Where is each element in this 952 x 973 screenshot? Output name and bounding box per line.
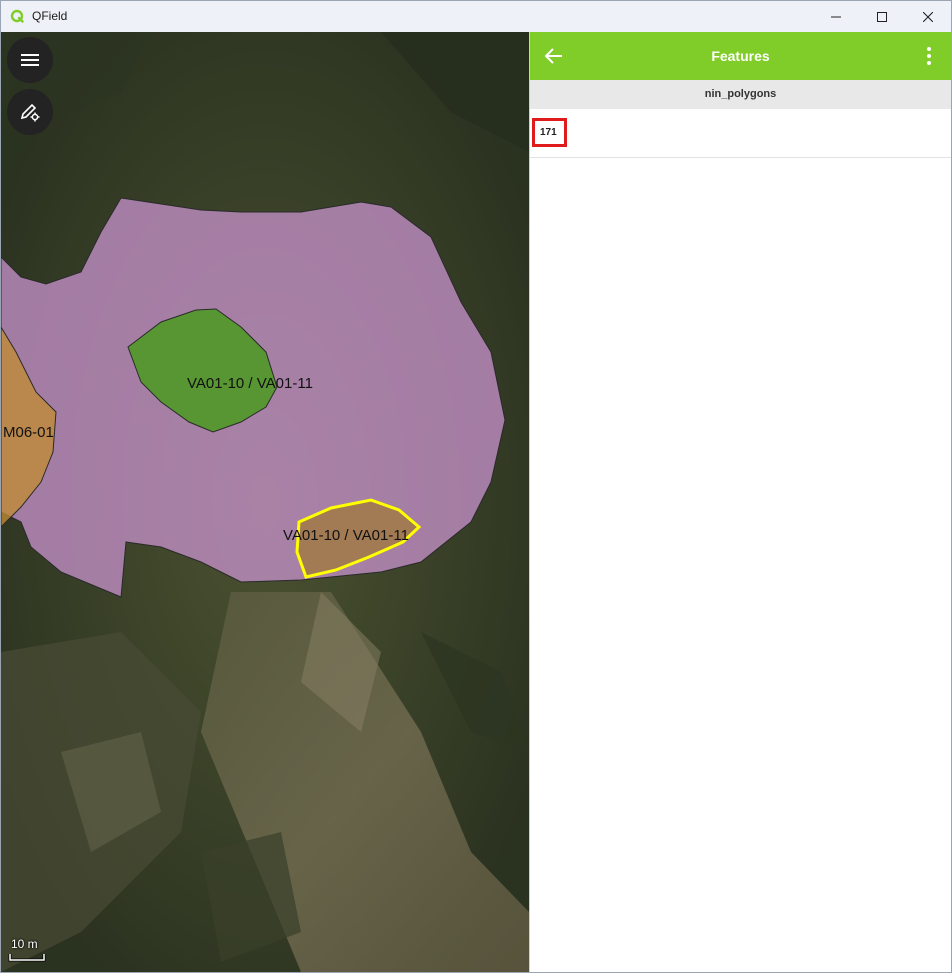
feature-id: 171 xyxy=(540,127,557,138)
window-title: QField xyxy=(32,9,68,23)
arrow-left-icon xyxy=(544,48,562,64)
digitize-settings-button[interactable] xyxy=(7,89,53,135)
pencil-gear-icon xyxy=(20,103,40,122)
map-label-left-polygon: M06-01 xyxy=(3,424,54,441)
app-window: QField VA01-10 / VA01-11 VA01-10 / VA01-… xyxy=(0,0,952,973)
maximize-icon xyxy=(877,11,887,22)
more-vertical-icon xyxy=(927,47,931,65)
aerial-imagery xyxy=(1,32,529,972)
close-icon xyxy=(923,11,933,22)
back-button[interactable] xyxy=(538,40,570,72)
map-label-green-polygon: VA01-10 / VA01-11 xyxy=(187,375,313,392)
title-bar: QField xyxy=(1,1,951,32)
close-button[interactable] xyxy=(905,1,951,32)
menu-icon xyxy=(21,54,39,66)
minimize-icon xyxy=(831,16,841,17)
main-menu-button[interactable] xyxy=(7,37,53,83)
scale-label: 10 m xyxy=(11,937,38,951)
features-title: Features xyxy=(711,48,770,64)
features-panel: Features nin_polygons 171 xyxy=(530,32,951,972)
feature-list-item[interactable]: 171 xyxy=(530,109,951,158)
features-header: Features xyxy=(530,32,951,80)
layer-section-header: nin_polygons xyxy=(530,80,951,109)
minimize-button[interactable] xyxy=(813,1,859,32)
maximize-button[interactable] xyxy=(859,1,905,32)
qfield-logo-icon xyxy=(10,9,24,23)
map-canvas[interactable]: VA01-10 / VA01-11 VA01-10 / VA01-11 M06-… xyxy=(1,32,529,972)
map-label-selected-polygon: VA01-10 / VA01-11 xyxy=(283,527,409,544)
more-options-button[interactable] xyxy=(913,40,945,72)
